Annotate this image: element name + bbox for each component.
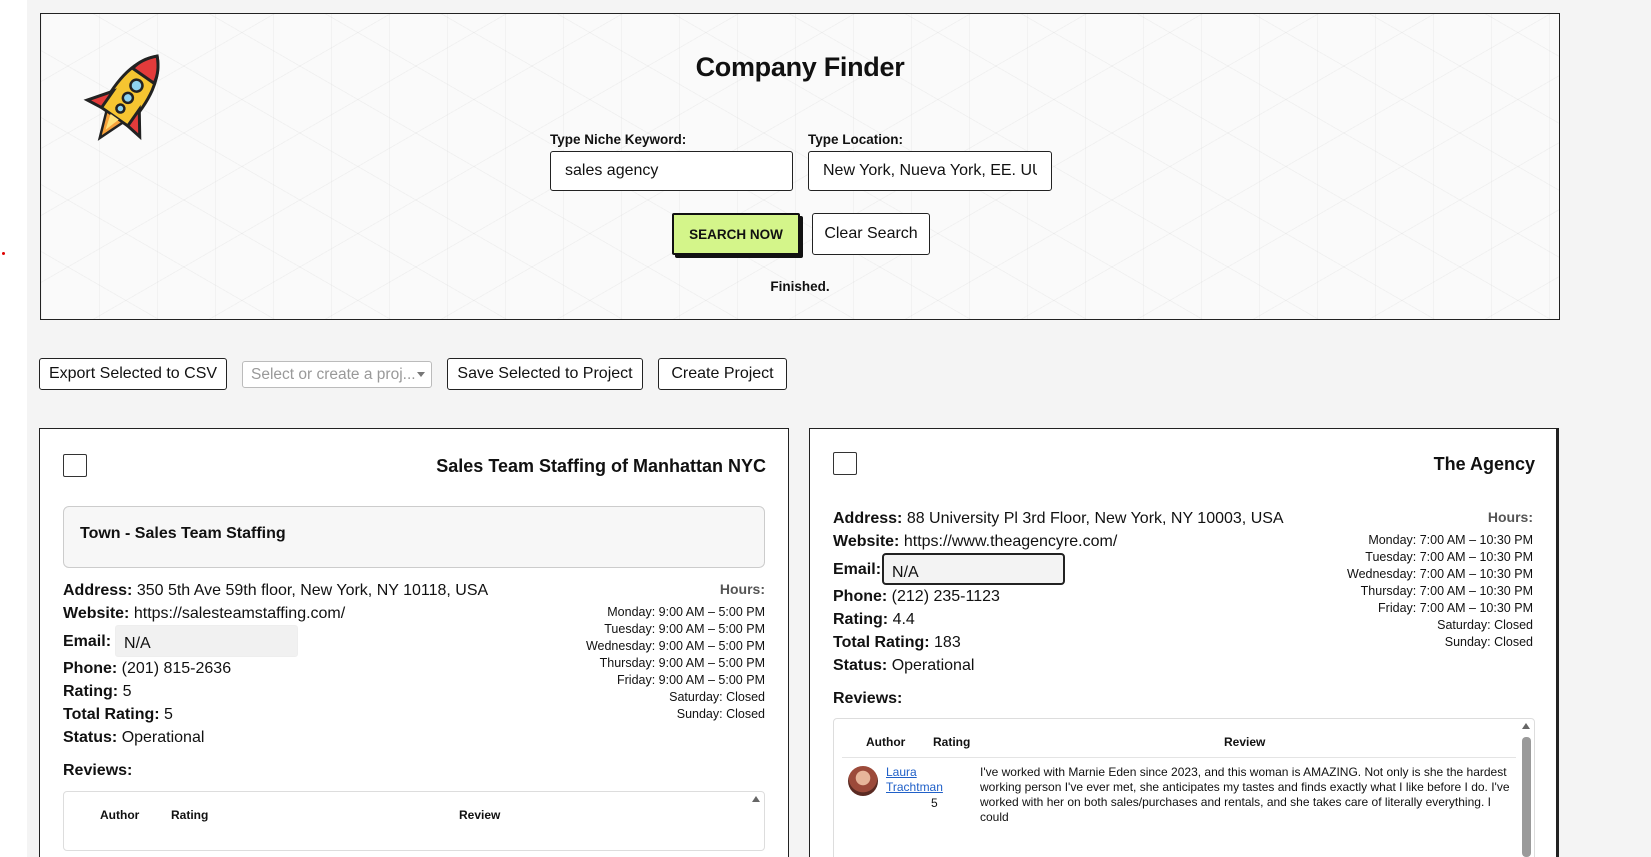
hours-thursday: Thursday: 9:00 AM – 5:00 PM — [599, 656, 765, 670]
company-name: Sales Team Staffing of Manhattan NYC — [436, 456, 766, 476]
review-text: I've worked with Marnie Eden since 2023,… — [980, 765, 1510, 824]
website-value: https://www.theagencyre.com/ — [903, 533, 1118, 550]
status-value: Operational — [121, 729, 205, 746]
hours-tuesday: Tuesday: 7:00 AM – 10:30 PM — [1365, 550, 1533, 564]
keyword-input[interactable] — [550, 151, 793, 191]
email-field[interactable]: N/A — [882, 553, 1066, 585]
address-label: Address: — [833, 510, 903, 527]
phone-value: (212) 235-1123 — [891, 588, 1000, 605]
hours-saturday: Saturday: Closed — [669, 690, 765, 704]
reviews-label: Reviews: — [63, 762, 133, 779]
website-value: https://salesteamstaffing.com/ — [133, 605, 346, 622]
website-label: Website: — [833, 533, 900, 550]
total-rating-label: Total Rating: — [833, 634, 930, 651]
export-csv-button[interactable]: Export Selected to CSV — [39, 358, 227, 390]
project-select-placeholder: Select or create a proj... — [251, 366, 416, 383]
address-value: 350 5th Ave 59th floor, New York, NY 101… — [136, 582, 489, 599]
chevron-down-icon — [417, 372, 425, 377]
project-select[interactable]: Select or create a proj... — [242, 361, 432, 388]
clear-search-button[interactable]: Clear Search — [812, 213, 930, 255]
save-to-project-button[interactable]: Save Selected to Project — [447, 358, 643, 390]
hours-friday: Friday: 7:00 AM – 10:30 PM — [1378, 601, 1533, 615]
hours-monday: Monday: 7:00 AM – 10:30 PM — [1368, 533, 1533, 547]
rating-value: 5 — [122, 683, 132, 700]
scroll-up-icon[interactable] — [752, 796, 760, 802]
company-details: Address: 350 5th Ave 59th floor, New Yor… — [63, 579, 488, 749]
hours-sunday: Sunday: Closed — [1444, 635, 1533, 649]
reviews-table[interactable]: Author Rating Review Laura Trachtman 5 I… — [833, 718, 1535, 857]
total-rating-value: 5 — [164, 706, 173, 723]
company-name: The Agency — [1433, 454, 1535, 474]
avatar — [848, 766, 878, 796]
hours-label: Hours: — [1487, 509, 1533, 525]
page-title: Company Finder — [695, 52, 905, 82]
rating-label: Rating: — [63, 683, 119, 700]
email-label: Email: — [63, 632, 112, 650]
scrollbar-thumb[interactable] — [1522, 737, 1531, 857]
phone-label: Phone: — [833, 588, 888, 605]
review-column-header: Review — [1224, 735, 1266, 749]
author-column-header: Author — [100, 808, 140, 822]
rating-column-header: Rating — [171, 808, 209, 822]
hours-block: Hours: Monday: 7:00 AM – 10:30 PM Tuesda… — [1347, 509, 1533, 651]
website-label: Website: — [63, 605, 130, 622]
status-label: Status: — [63, 729, 118, 746]
town-box: Town - Sales Team Staffing — [63, 506, 765, 568]
review-author-link[interactable]: Laura Trachtman — [886, 765, 946, 795]
main-content: Company Finder Type Niche Keyword: Type … — [27, 0, 1651, 857]
select-checkbox[interactable] — [63, 454, 87, 477]
rating-column-header: Rating — [933, 735, 971, 749]
hours-friday: Friday: 9:00 AM – 5:00 PM — [617, 673, 765, 687]
review-column-header: Review — [459, 808, 501, 822]
phone-label: Phone: — [63, 660, 118, 677]
hours-block: Hours: Monday: 9:00 AM – 5:00 PM Tuesday… — [586, 581, 765, 723]
header-divider — [842, 757, 1516, 758]
address-value: 88 University Pl 3rd Floor, New York, NY… — [906, 510, 1284, 527]
location-label: Type Location: — [808, 132, 904, 147]
review-rating: 5 — [931, 796, 938, 810]
hours-saturday: Saturday: Closed — [1437, 618, 1533, 632]
keyword-label: Type Niche Keyword: — [550, 132, 687, 147]
reviews-table[interactable]: Author Rating Review — [63, 791, 765, 851]
hours-thursday: Thursday: 7:00 AM – 10:30 PM — [1360, 584, 1533, 598]
left-gutter — [0, 0, 27, 857]
hours-label: Hours: — [719, 581, 765, 597]
hours-sunday: Sunday: Closed — [676, 707, 765, 721]
hours-monday: Monday: 9:00 AM – 5:00 PM — [607, 605, 765, 619]
company-details: Address: 88 University Pl 3rd Floor, New… — [833, 507, 1284, 677]
total-rating-value: 183 — [934, 634, 961, 651]
location-input[interactable] — [808, 151, 1052, 191]
search-panel: Company Finder Type Niche Keyword: Type … — [40, 13, 1560, 320]
status-label: Status: — [833, 657, 888, 674]
select-checkbox[interactable] — [833, 452, 857, 475]
rating-label: Rating: — [833, 611, 889, 628]
search-now-button[interactable]: SEARCH NOW — [672, 213, 800, 255]
search-status: Finished. — [770, 279, 830, 294]
scroll-up-icon[interactable] — [1522, 723, 1530, 729]
red-dot-marker — [2, 252, 5, 255]
create-project-button[interactable]: Create Project — [658, 358, 787, 390]
phone-value: (201) 815-2636 — [121, 660, 232, 677]
company-card: The Agency Address: 88 University Pl 3rd… — [809, 428, 1559, 857]
email-label: Email: — [833, 560, 882, 578]
status-value: Operational — [891, 657, 975, 674]
hours-tuesday: Tuesday: 9:00 AM – 5:00 PM — [604, 622, 765, 636]
email-field[interactable]: N/A — [115, 625, 299, 657]
company-card: Sales Team Staffing of Manhattan NYC Tow… — [39, 428, 789, 857]
author-column-header: Author — [866, 735, 906, 749]
total-rating-label: Total Rating: — [63, 706, 160, 723]
address-label: Address: — [63, 582, 133, 599]
hours-wednesday: Wednesday: 7:00 AM – 10:30 PM — [1347, 567, 1533, 581]
reviews-label: Reviews: — [833, 690, 903, 707]
rating-value: 4.4 — [892, 611, 915, 628]
hours-wednesday: Wednesday: 9:00 AM – 5:00 PM — [585, 639, 765, 653]
